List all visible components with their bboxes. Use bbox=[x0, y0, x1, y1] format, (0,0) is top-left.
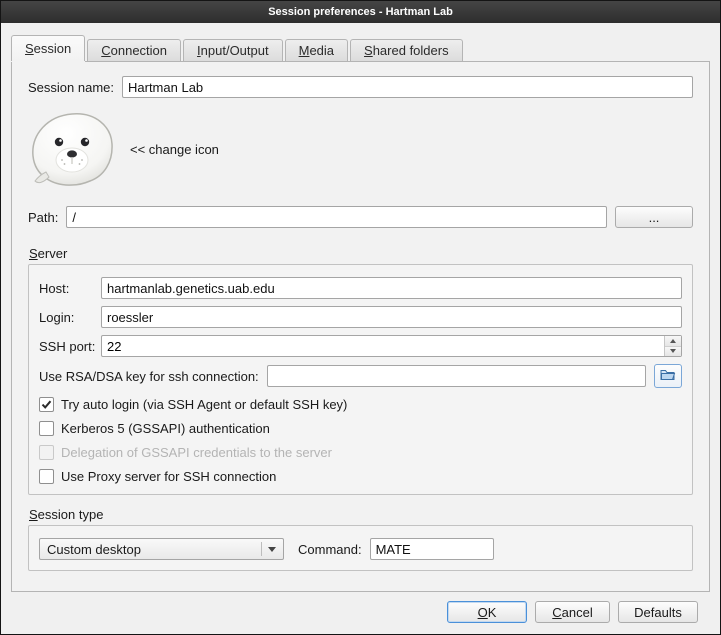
gssapi-delegation-checkbox: Delegation of GSSAPI credentials to the … bbox=[39, 445, 682, 460]
host-label: Host: bbox=[39, 281, 101, 296]
auto-login-label: Try auto login (via SSH Agent or default… bbox=[61, 397, 347, 412]
checkbox-unchecked-icon[interactable] bbox=[39, 421, 54, 436]
path-input[interactable] bbox=[66, 206, 607, 228]
rsa-key-input[interactable] bbox=[267, 365, 646, 387]
dialog-content: Session Connection Input/Output Media Sh… bbox=[1, 23, 720, 634]
session-tab-panel: Session name: bbox=[11, 61, 710, 592]
session-name-input[interactable] bbox=[122, 76, 693, 98]
button-row: OK Cancel Defaults bbox=[11, 592, 710, 634]
ssh-port-spinbox bbox=[101, 335, 682, 357]
session-type-dropdown[interactable]: Custom desktop bbox=[39, 538, 284, 560]
command-label: Command: bbox=[298, 542, 362, 557]
kerberos-checkbox[interactable]: Kerberos 5 (GSSAPI) authentication bbox=[39, 421, 682, 436]
login-label: Login: bbox=[39, 310, 101, 325]
command-input[interactable] bbox=[370, 538, 494, 560]
checkbox-unchecked-icon[interactable] bbox=[39, 469, 54, 484]
checkbox-checked-icon[interactable] bbox=[39, 397, 54, 412]
titlebar[interactable]: Session preferences - Hartman Lab bbox=[1, 1, 720, 23]
tab-input-output[interactable]: Input/Output bbox=[183, 39, 283, 61]
ssh-port-input[interactable] bbox=[102, 336, 664, 356]
proxy-checkbox[interactable]: Use Proxy server for SSH connection bbox=[39, 469, 682, 484]
rsa-key-label: Use RSA/DSA key for ssh connection: bbox=[39, 369, 259, 384]
kerberos-label: Kerberos 5 (GSSAPI) authentication bbox=[61, 421, 270, 436]
spin-buttons bbox=[664, 336, 681, 356]
server-groupbox: Host: Login: SSH port: bbox=[28, 264, 693, 495]
session-seal-icon[interactable] bbox=[28, 110, 116, 188]
tab-session[interactable]: Session bbox=[11, 35, 85, 61]
ssh-port-label: SSH port: bbox=[39, 339, 101, 354]
spin-up-icon[interactable] bbox=[665, 336, 681, 346]
dropdown-selected-value: Custom desktop bbox=[47, 542, 257, 557]
gssapi-delegation-label: Delegation of GSSAPI credentials to the … bbox=[61, 445, 332, 460]
proxy-label: Use Proxy server for SSH connection bbox=[61, 469, 276, 484]
session-preferences-dialog: Session preferences - Hartman Lab Sessio… bbox=[0, 0, 721, 635]
tab-bar: Session Connection Input/Output Media Sh… bbox=[11, 35, 710, 61]
spin-down-icon[interactable] bbox=[665, 346, 681, 357]
ok-button[interactable]: OK bbox=[447, 601, 527, 623]
login-input[interactable] bbox=[101, 306, 682, 328]
dropdown-separator bbox=[261, 542, 262, 556]
path-label: Path: bbox=[28, 210, 58, 225]
session-name-label: Session name: bbox=[28, 80, 114, 95]
tab-media[interactable]: Media bbox=[285, 39, 348, 61]
host-input[interactable] bbox=[101, 277, 682, 299]
path-browse-button[interactable]: ... bbox=[615, 206, 693, 228]
auto-login-checkbox[interactable]: Try auto login (via SSH Agent or default… bbox=[39, 397, 682, 412]
defaults-button[interactable]: Defaults bbox=[618, 601, 698, 623]
tab-connection[interactable]: Connection bbox=[87, 39, 181, 61]
rsa-key-browse-button[interactable] bbox=[654, 364, 682, 388]
checkbox-disabled-icon bbox=[39, 445, 54, 460]
window-title: Session preferences - Hartman Lab bbox=[268, 6, 453, 18]
tab-shared-folders[interactable]: Shared folders bbox=[350, 39, 463, 61]
server-group-label: Server bbox=[28, 246, 693, 261]
cancel-button[interactable]: Cancel bbox=[535, 601, 610, 623]
session-type-group-label: Session type bbox=[28, 507, 693, 522]
change-icon-label: << change icon bbox=[130, 142, 219, 157]
chevron-down-icon bbox=[268, 547, 276, 552]
session-type-groupbox: Custom desktop Command: bbox=[28, 525, 693, 571]
folder-open-icon bbox=[660, 368, 676, 384]
